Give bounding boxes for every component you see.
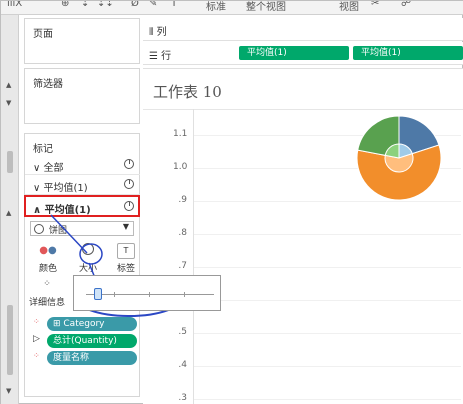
pages-card: 页面 (24, 18, 140, 64)
marks-row-all[interactable]: ∨ 全部 (25, 155, 140, 175)
gridline (193, 201, 461, 202)
chevron-down-icon: ▼ (122, 222, 129, 231)
detail-card[interactable]: ⁘ 详细信息 (27, 277, 67, 311)
toolbar-item-3[interactable]: ⇣⇣ (97, 1, 114, 9)
y-tick-label: .3 (178, 393, 187, 403)
title-divider (143, 109, 463, 110)
sheet-title: 工作表 10 (153, 83, 222, 101)
size-card[interactable]: 大小 (71, 243, 105, 277)
toolbar-item-standard[interactable]: 标准 (206, 1, 226, 13)
marks-row-all-label: ∨ 全部 (33, 163, 64, 174)
field-row-measure-names[interactable]: ⁘ 度量名称 (29, 351, 139, 365)
label-card-label: 标签 (116, 264, 135, 274)
pie-type-icon-2 (124, 179, 134, 189)
color-dots-icon-3: ⁘ (33, 351, 40, 360)
detail-card-label: 详细信息 (28, 298, 65, 308)
color-card[interactable]: ●● 颜色 (31, 243, 65, 277)
scroll-thumb-2[interactable] (7, 305, 13, 375)
gridline (193, 234, 461, 235)
scroll-down-arrow-icon[interactable]: ▼ (6, 99, 11, 107)
scroll-thumb[interactable] (7, 151, 13, 173)
scroll-up-arrow-icon-2[interactable]: ▲ (6, 209, 11, 217)
color-card-label: 颜色 (38, 264, 57, 274)
gridline (193, 366, 461, 367)
pie-type-icon (124, 159, 134, 169)
marks-row-avg1-label: ∨ 平均值(1) (33, 183, 88, 194)
scroll-up-arrow-icon[interactable]: ▲ (6, 81, 11, 89)
size-card-label: 大小 (78, 264, 97, 274)
size-slider-popup[interactable] (73, 275, 221, 311)
quantity-pill[interactable]: 总计(Quantity) (47, 334, 137, 348)
pie-mark-icon (34, 224, 44, 234)
measure-names-pill[interactable]: 度量名称 (47, 351, 137, 365)
slider-tick-3 (184, 292, 185, 297)
label-t-icon: T (117, 243, 135, 259)
slider-thumb[interactable] (94, 288, 102, 300)
mark-type-select[interactable]: 饼图 ▼ (30, 221, 134, 236)
y-tick-label: .9 (178, 195, 187, 205)
marks-row-all-text: 全部 (43, 163, 64, 174)
y-axis-line (193, 109, 194, 404)
toolbar-item-5[interactable]: ✎ (149, 1, 157, 9)
gridline (193, 333, 461, 334)
toolbar-item-10[interactable]: ✂ (371, 1, 379, 9)
tableau-window: ılıX ⊕ ⇣ ⇣⇣ Ø ✎ T 标准 整个视图 视图 ✂ ☍ ▲ ▼ ▲ ▼… (0, 0, 463, 404)
filters-title: 筛选器 (33, 79, 63, 90)
toolbar-item-view[interactable]: 视图 (339, 1, 359, 13)
columns-shelf-text: 列 (156, 27, 167, 38)
gridline (193, 300, 461, 301)
row-pill-avg1[interactable]: 平均值(1) (239, 46, 349, 60)
row-pill-avg2[interactable]: 平均值(1) (353, 46, 463, 60)
y-tick-label: 1.0 (173, 162, 188, 172)
marks-title: 标记 (33, 144, 53, 155)
rows-shelf-text: 行 (161, 51, 172, 62)
sheet-area: 工作表 10 (143, 68, 463, 404)
y-tick-label: .7 (178, 261, 187, 271)
gridline (193, 267, 461, 268)
y-tick-label: .8 (178, 228, 187, 238)
left-scroll-strip[interactable]: ▲ ▼ ▲ ▼ (1, 15, 19, 404)
toolbar-item-2[interactable]: ⇣ (81, 1, 89, 9)
scroll-down-arrow-icon-2[interactable]: ▼ (6, 387, 11, 395)
field-row-quantity[interactable]: ▷ 总计(Quantity) (29, 334, 139, 348)
toolbar-item-chart[interactable]: ılıX (7, 1, 22, 9)
toolbar-item-4[interactable]: Ø (131, 1, 139, 9)
rows-shelf[interactable]: ☰ 行 平均值(1) 平均值(1) (143, 42, 463, 65)
rows-shelf-label: ☰ 行 (149, 51, 172, 62)
marks-row-avg1-text: 平均值(1) (43, 183, 88, 194)
highlight-box (24, 195, 140, 217)
color-dots-icon: ●● (39, 243, 57, 259)
size-icon (79, 243, 97, 259)
slider-tick-1 (114, 292, 115, 297)
mark-type-label: 饼图 (49, 226, 68, 236)
slider-track[interactable] (86, 294, 214, 295)
gridline (193, 135, 461, 136)
detail-dots-icon: ⁘ (38, 277, 56, 293)
filters-card: 筛选器 (24, 68, 140, 124)
label-card[interactable]: T 标签 (109, 243, 143, 277)
gridline (193, 399, 461, 400)
columns-shelf-label: ⦀ 列 (149, 27, 167, 38)
toolbar-item-11[interactable]: ☍ (401, 1, 411, 9)
toolbar: ılıX ⊕ ⇣ ⇣⇣ Ø ✎ T 标准 整个视图 视图 ✂ ☍ (1, 1, 463, 15)
y-tick-label: .5 (178, 327, 187, 337)
field-row-category[interactable]: ⁘ ⊞ Category (29, 317, 139, 331)
toolbar-item-6[interactable]: T (171, 1, 177, 9)
category-pill[interactable]: ⊞ Category (47, 317, 137, 331)
pages-title: 页面 (33, 29, 53, 40)
y-tick-label: 1.1 (173, 129, 188, 139)
marks-row-avg1[interactable]: ∨ 平均值(1) (25, 175, 140, 195)
y-tick-label: .4 (178, 360, 187, 370)
toolbar-item-1[interactable]: ⊕ (61, 1, 69, 9)
gridline (193, 168, 461, 169)
color-dots-icon-2: ⁘ (33, 317, 40, 326)
columns-shelf[interactable]: ⦀ 列 (143, 18, 463, 41)
angle-icon: ▷ (33, 334, 40, 344)
slider-tick-2 (149, 292, 150, 297)
toolbar-item-entire-view[interactable]: 整个视图 (246, 1, 286, 13)
